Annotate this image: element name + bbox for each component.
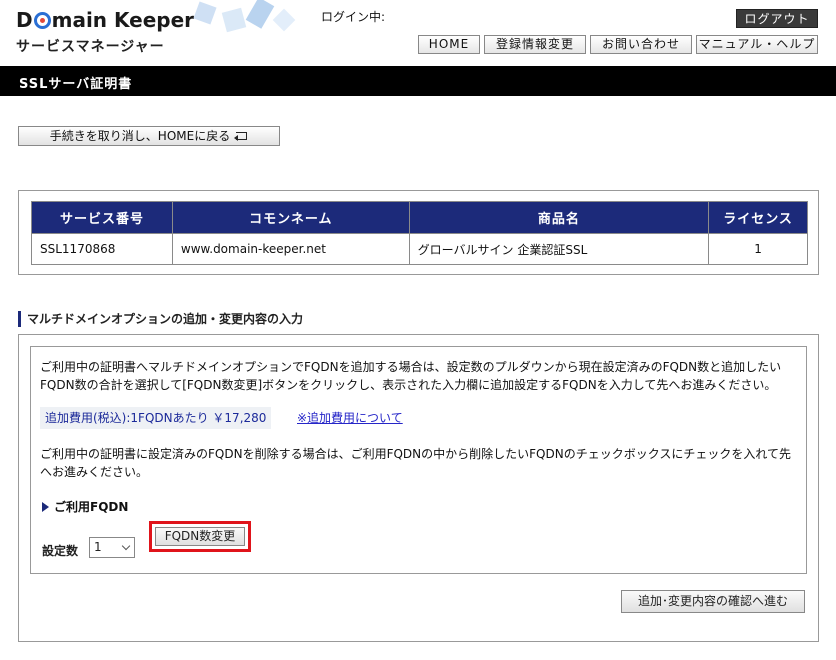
logo-wordmark: Dmain Keeper: [16, 8, 195, 32]
confirm-changes-button[interactable]: 追加･変更内容の確認へ進む: [621, 590, 805, 613]
cell-service-number: SSL1170868: [31, 233, 173, 265]
header-license: ライセンス: [708, 201, 808, 234]
triangle-right-icon: [42, 502, 49, 512]
page-title-bar: SSLサーバ証明書: [0, 66, 836, 96]
fqdn-list-toggle[interactable]: ご利用FQDN: [42, 498, 128, 515]
fee-info: 追加費用(税込):1FQDNあたり ￥17,280: [40, 407, 272, 429]
table-row: SSL1170868 www.domain-keeper.net グローバルサイ…: [31, 233, 808, 265]
logo-subtitle: サービスマネージャー: [16, 39, 165, 55]
fqdn-change-highlight: FQDN数変更: [149, 521, 251, 552]
logo-decoration: [193, 0, 306, 40]
header-product-name: 商品名: [408, 201, 710, 234]
nav-manual-button[interactable]: マニュアル・ヘルプ: [696, 35, 818, 54]
cell-license: 1: [708, 233, 808, 265]
logo[interactable]: Dmain Keeper サービスマネージャー: [16, 6, 196, 62]
fqdn-count-value: 1: [94, 540, 102, 554]
cancel-home-label: 手続きを取り消し、HOMEに戻る: [49, 129, 231, 143]
add-fqdn-instructions: ご利用中の証明書へマルチドメインオプションでFQDNを追加する場合は、設定数のプ…: [40, 360, 782, 392]
service-info-panel: サービス番号 コモンネーム 商品名 ライセンス SSL1170868 www.d…: [18, 190, 819, 275]
section-heading: マルチドメインオプションの追加・変更内容の入力: [18, 311, 303, 327]
cell-common-name: www.domain-keeper.net: [171, 233, 410, 265]
fqdn-list-label: ご利用FQDN: [54, 500, 129, 514]
header-common-name: コモンネーム: [171, 201, 410, 234]
fqdn-change-button[interactable]: FQDN数変更: [155, 527, 245, 546]
return-icon: [234, 131, 248, 141]
logo-globe-icon: [33, 12, 51, 29]
service-table: サービス番号 コモンネーム 商品名 ライセンス SSL1170868 www.d…: [31, 201, 808, 265]
delete-fqdn-instructions: ご利用中の証明書に設定済みのFQDNを削除する場合は、ご利用FQDNの中から削除…: [40, 447, 791, 479]
header-service-number: サービス番号: [31, 201, 173, 234]
login-status: ログイン中:: [321, 10, 386, 24]
cancel-home-button[interactable]: 手続きを取り消し、HOMEに戻る: [18, 126, 280, 146]
multidomain-option-panel: ご利用中の証明書へマルチドメインオプションでFQDNを追加する場合は、設定数のプ…: [18, 334, 819, 642]
nav-account-button[interactable]: 登録情報変更: [484, 35, 586, 54]
page-title: SSLサーバ証明書: [19, 77, 133, 92]
multidomain-input-box: ご利用中の証明書へマルチドメインオプションでFQDNを追加する場合は、設定数のプ…: [30, 346, 807, 574]
count-label: 設定数: [42, 544, 79, 558]
top-nav: HOME 登録情報変更 お問い合わせ マニュアル・ヘルプ: [418, 35, 818, 54]
fqdn-count-select[interactable]: 1: [89, 537, 135, 558]
logout-button[interactable]: ログアウト: [736, 9, 818, 28]
nav-home-button[interactable]: HOME: [418, 35, 480, 54]
nav-contact-button[interactable]: お問い合わせ: [590, 35, 692, 54]
fee-info-link[interactable]: ※追加費用について: [297, 407, 403, 429]
cell-product-name: グローバルサイン 企業認証SSL: [408, 233, 710, 265]
chevron-down-icon: [121, 541, 131, 551]
